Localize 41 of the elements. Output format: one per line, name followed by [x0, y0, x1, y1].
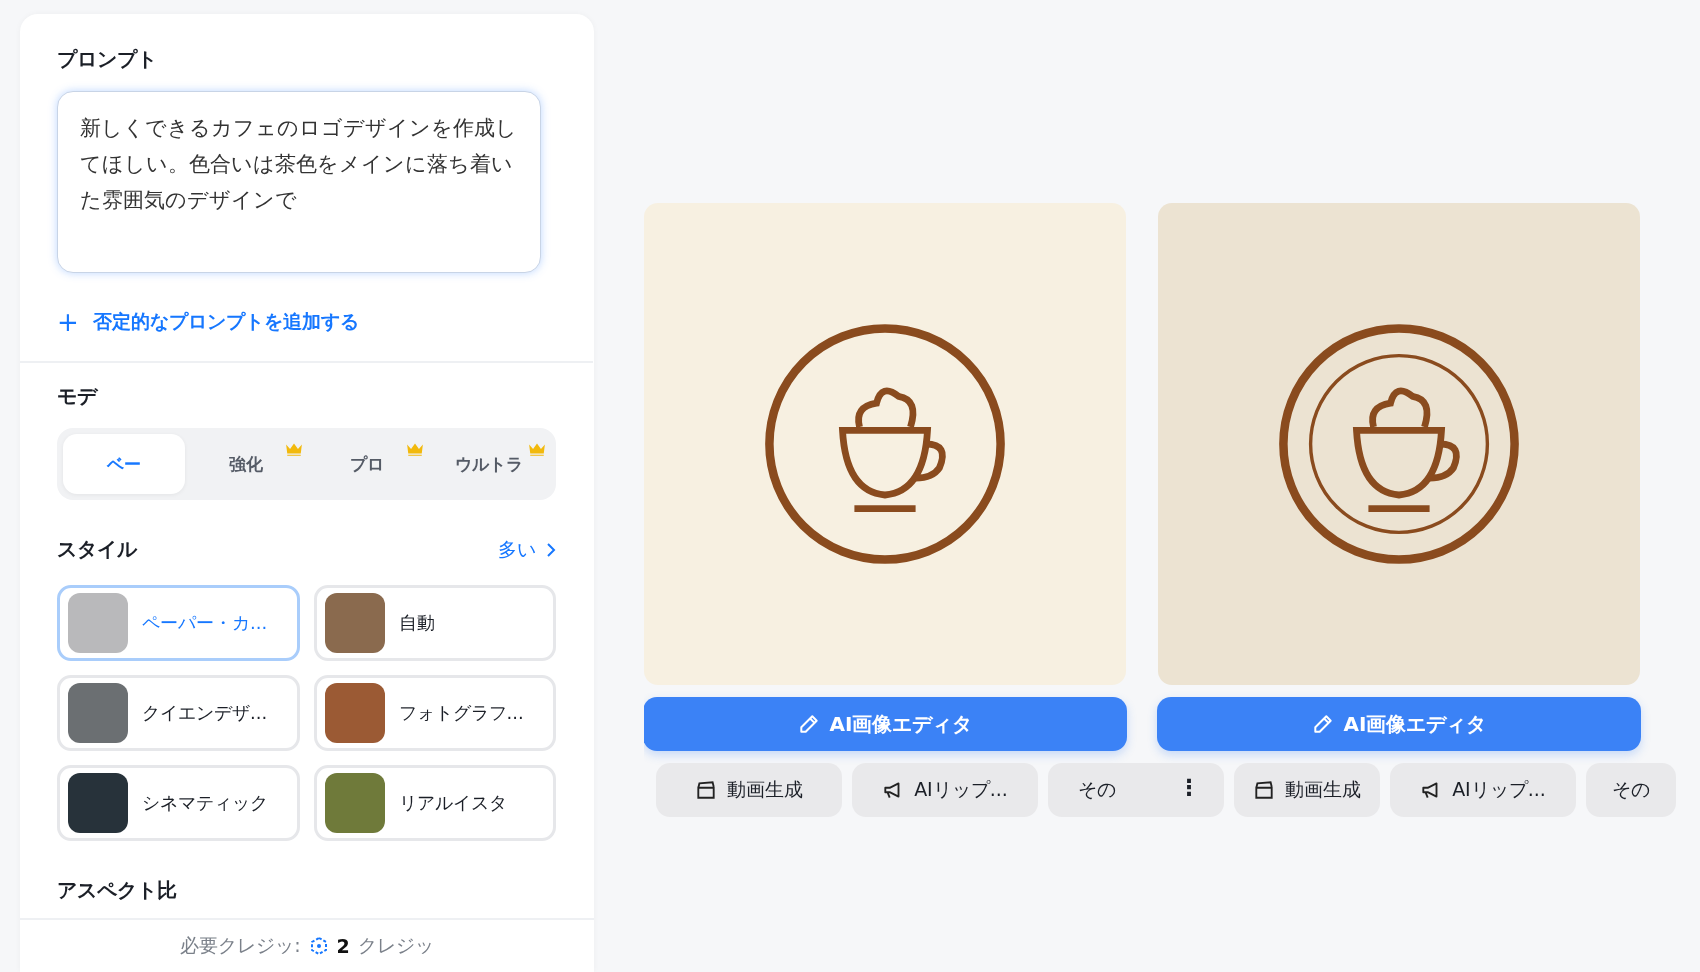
action-button[interactable]: 動画生成: [656, 763, 842, 817]
credits-unit: クレジッ: [357, 933, 434, 958]
section-heading: アスペクト比: [57, 877, 178, 904]
more-styles-link[interactable]: 多い: [498, 536, 556, 563]
action-button[interactable]: AIリップ...: [852, 763, 1038, 817]
section-heading: プロンプト: [57, 46, 158, 73]
photo-placeholder: [324, 593, 385, 653]
style-option[interactable]: クイエンデザ...: [57, 675, 300, 751]
photo-placeholder: [68, 593, 128, 653]
style-option[interactable]: フォトグラフ...: [313, 675, 556, 751]
mode-tab[interactable]: ベー: [63, 434, 185, 494]
photo-placeholder: [68, 683, 128, 743]
ai-image-editor-button[interactable]: AI画像エディタ: [644, 697, 1127, 751]
style-option[interactable]: ペーパー・カ...: [57, 585, 300, 661]
style-option[interactable]: シネマティック: [57, 765, 300, 841]
style-option[interactable]: リアルイスタ: [313, 765, 556, 841]
action-button[interactable]: AIリップ...: [1390, 763, 1576, 817]
action-button[interactable]: 動画生成: [1234, 763, 1380, 817]
action-button[interactable]: その: [1586, 763, 1676, 817]
mode-tab[interactable]: 強化: [184, 434, 307, 494]
credits-label: 必要クレジッ:: [180, 933, 301, 958]
photo-placeholder: [68, 773, 128, 833]
prompt-input-field[interactable]: 新しくできるカフェのロゴデザインを作成してほしい。色合いは茶色をメインに落ち着いた雰囲気のデザインで: [57, 91, 541, 273]
credit-icon: [308, 936, 329, 956]
style-option[interactable]: 自動: [313, 585, 556, 661]
section-heading: モデ: [57, 383, 99, 410]
clapperboard-icon: [695, 779, 717, 801]
mode-tab[interactable]: プロ: [306, 434, 429, 494]
pencil-icon: [797, 713, 820, 735]
add-negative-prompt-link[interactable]: + 否定的なプロンプトを追加する: [57, 307, 556, 337]
photo-placeholder: [324, 773, 385, 833]
more-options-icon[interactable]: ⋮: [1178, 775, 1200, 800]
clapperboard-icon: [1253, 779, 1275, 801]
section-heading: スタイル: [57, 536, 137, 563]
mode-tab[interactable]: ウルトラ: [428, 434, 550, 494]
pencil-icon: [1311, 713, 1334, 735]
chevron-right-icon: [546, 541, 556, 558]
action-button[interactable]: その ⋮: [1048, 763, 1224, 817]
ai-image-editor-button[interactable]: AI画像エディタ: [1157, 697, 1641, 751]
photo-placeholder: [324, 683, 385, 743]
credits-amount: 2: [336, 935, 350, 957]
